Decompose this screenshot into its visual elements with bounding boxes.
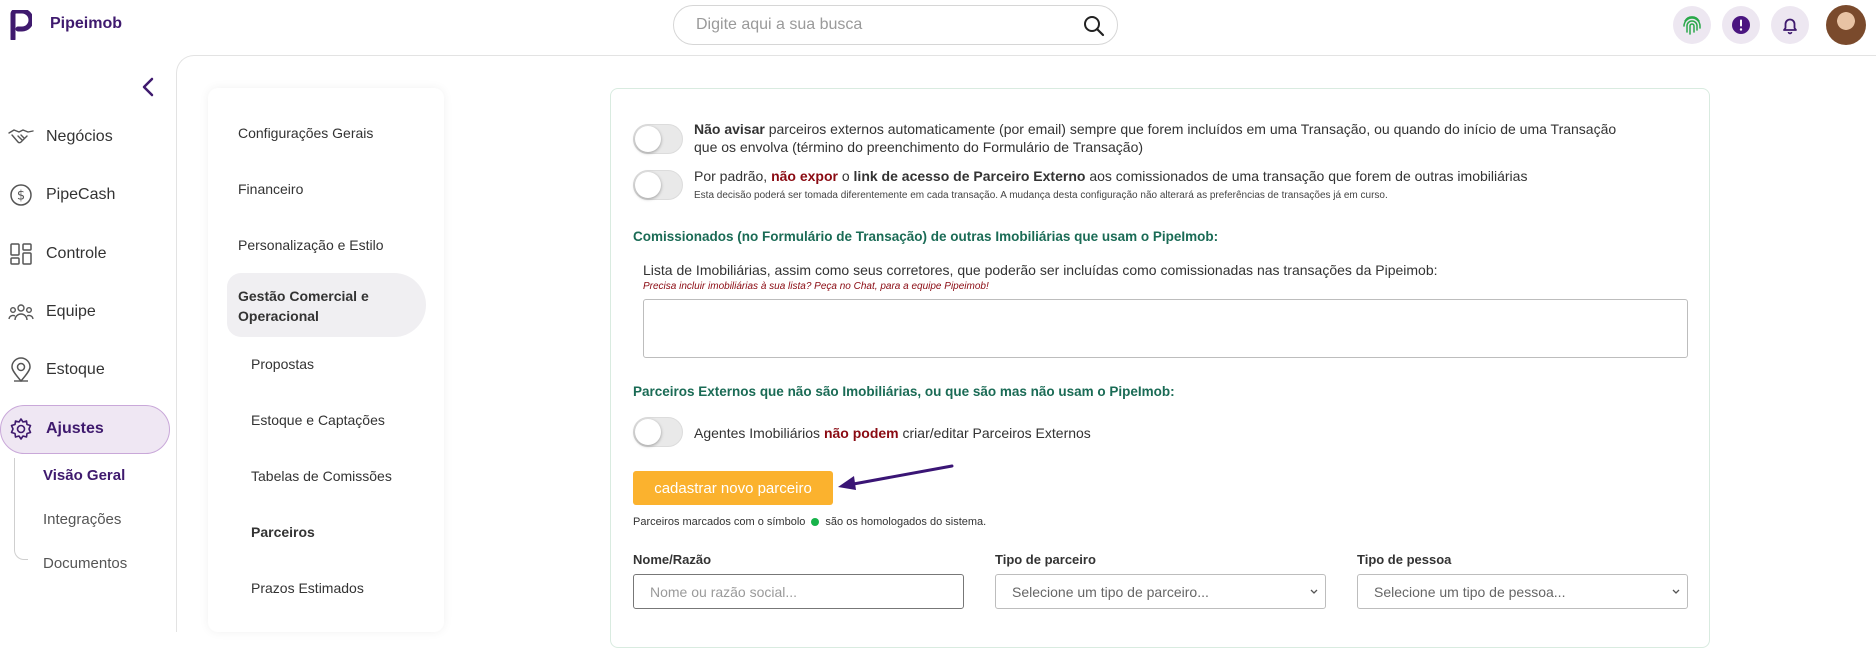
homologated-dot-icon xyxy=(811,518,820,527)
toggle-agentes-nao-podem-editar[interactable] xyxy=(633,417,683,447)
select-value: Selecione um tipo de pessoa... xyxy=(1374,583,1566,600)
dollar-coin-icon: $ xyxy=(8,182,34,208)
exclamation-icon xyxy=(1732,16,1750,34)
chevron-down-icon xyxy=(1672,589,1680,594)
text-fragment: Por padrão, xyxy=(694,168,772,184)
emphasis-red-text: não podem xyxy=(823,425,899,441)
team-icon xyxy=(8,299,34,325)
toggle-nao-expor-link[interactable] xyxy=(633,170,683,200)
sidebar-item-negocios[interactable]: Negócios xyxy=(8,117,113,157)
collapse-sidebar-icon[interactable] xyxy=(138,76,158,98)
emphasis-text: Não avisar xyxy=(694,121,765,137)
toggle-nao-avisar-parceiros[interactable] xyxy=(633,124,683,154)
user-avatar[interactable] xyxy=(1826,5,1866,45)
toggle-nao-avisar-text: Não avisar parceiros externos automatica… xyxy=(694,120,1694,138)
select-value: Selecione um tipo de parceiro... xyxy=(1012,583,1209,600)
emphasis-red-text: não expor xyxy=(771,168,838,184)
section-title-comissionados: Comissionados (no Formulário de Transaçã… xyxy=(633,229,1219,244)
settings-menu xyxy=(208,88,444,632)
sidebar-subitem-documentos[interactable]: Documentos xyxy=(43,555,127,572)
sidebar-item-label: Ajustes xyxy=(46,420,104,437)
toggle-description: parceiros externos automaticamente (por … xyxy=(764,121,1617,137)
text-fragment: o xyxy=(837,168,854,184)
text-fragment: Agentes Imobiliários xyxy=(694,425,824,441)
tipo-pessoa-select[interactable]: Selecione um tipo de pessoa... xyxy=(1357,574,1688,609)
homologated-note: Parceiros marcados com o símbolo são os h… xyxy=(633,516,986,528)
toggle-nao-expor-note: Esta decisão poderá ser tomada diferente… xyxy=(694,190,1388,201)
sidebar-item-label: Controle xyxy=(46,245,107,262)
tipo-parceiro-select[interactable]: Selecione um tipo de parceiro... xyxy=(995,574,1326,609)
handshake-icon xyxy=(8,124,34,150)
sidebar-subitem-integracoes[interactable]: Integrações xyxy=(43,511,121,528)
menu-item-configuracoes-gerais[interactable]: Configurações Gerais xyxy=(238,125,373,141)
pipeimob-logo-icon[interactable] xyxy=(10,10,32,40)
menu-subitem-prazos-estimados[interactable]: Prazos Estimados xyxy=(251,580,364,596)
section-title-parceiros-externos: Parceiros Externos que não são Imobiliár… xyxy=(633,384,1175,399)
toggle-nao-avisar-text-line2: que os envolva (término do preenchimento… xyxy=(694,139,1144,155)
sidebar-item-label: Negócios xyxy=(46,128,113,145)
bell-icon xyxy=(1783,18,1797,35)
search-box[interactable] xyxy=(673,5,1118,45)
sidebar-subitem-visao-geral[interactable]: Visão Geral xyxy=(43,467,125,484)
text-fragment: Parceiros marcados com o símbolo xyxy=(633,516,806,528)
annotation-arrow-icon xyxy=(838,464,954,490)
cadastrar-novo-parceiro-button[interactable]: cadastrar novo parceiro xyxy=(633,471,833,505)
sidebar-item-label: Estoque xyxy=(46,361,105,378)
menu-item-gestao-comercial[interactable]: Gestão Comercial e Operacional xyxy=(238,286,388,326)
section-description: Lista de Imobiliárias, assim como seus c… xyxy=(643,262,1438,278)
emphasis-text: link de acesso de Parceiro Externo xyxy=(853,168,1086,184)
fingerprint-icon xyxy=(1683,16,1701,35)
nome-razao-label: Nome/Razão xyxy=(633,552,712,567)
gear-icon xyxy=(8,416,34,442)
svg-text:$: $ xyxy=(17,189,25,204)
menu-subitem-propostas[interactable]: Propostas xyxy=(251,356,314,372)
text-fragment: criar/editar Parceiros Externos xyxy=(898,425,1091,441)
chevron-down-icon xyxy=(1310,589,1318,594)
text-fragment: aos comissionados de uma transação que f… xyxy=(1085,168,1528,184)
menu-item-financeiro[interactable]: Financeiro xyxy=(238,181,303,197)
menu-subitem-estoque-captacoes[interactable]: Estoque e Captações xyxy=(251,412,385,428)
sidebar-item-ajustes[interactable]: Ajustes xyxy=(8,409,104,449)
sidebar-item-controle[interactable]: Controle xyxy=(8,234,106,274)
sidebar-item-pipecash[interactable]: $ PipeCash xyxy=(8,175,115,215)
sidebar-item-label: Equipe xyxy=(46,303,96,320)
menu-subitem-tabelas-comissoes[interactable]: Tabelas de Comissões xyxy=(251,468,392,484)
section-hint: Precisa incluir imobiliárias à sua lista… xyxy=(643,281,989,292)
sidebar-item-label: PipeCash xyxy=(46,186,116,203)
tipo-parceiro-label: Tipo de parceiro xyxy=(995,552,1096,567)
fingerprint-button[interactable] xyxy=(1673,6,1711,44)
notifications-button[interactable] xyxy=(1771,6,1809,44)
toggle-nao-expor-text: Por padrão, não expor o link de acesso d… xyxy=(694,167,1694,185)
tipo-pessoa-label: Tipo de pessoa xyxy=(1357,552,1452,567)
dashboard-grid-icon xyxy=(8,241,34,267)
toggle-agentes-text: Agentes Imobiliários não podem criar/edi… xyxy=(694,424,1091,442)
top-bar: Pipeimob xyxy=(0,0,1876,52)
nome-razao-input[interactable] xyxy=(633,574,964,609)
alert-button[interactable] xyxy=(1722,6,1760,44)
sidebar-item-estoque[interactable]: Estoque xyxy=(8,350,105,390)
text-fragment: são os homologados do sistema. xyxy=(825,516,987,528)
subnav-connector xyxy=(14,458,28,560)
menu-item-personalizacao[interactable]: Personalização e Estilo xyxy=(238,237,384,253)
brand-name[interactable]: Pipeimob xyxy=(50,15,122,33)
imobiliarias-list-box[interactable] xyxy=(643,299,1688,358)
search-input[interactable] xyxy=(696,16,1056,34)
search-icon[interactable] xyxy=(1083,15,1105,37)
sidebar-item-equipe[interactable]: Equipe xyxy=(8,292,96,332)
location-pin-icon xyxy=(8,357,34,383)
menu-subitem-parceiros[interactable]: Parceiros xyxy=(251,524,315,540)
